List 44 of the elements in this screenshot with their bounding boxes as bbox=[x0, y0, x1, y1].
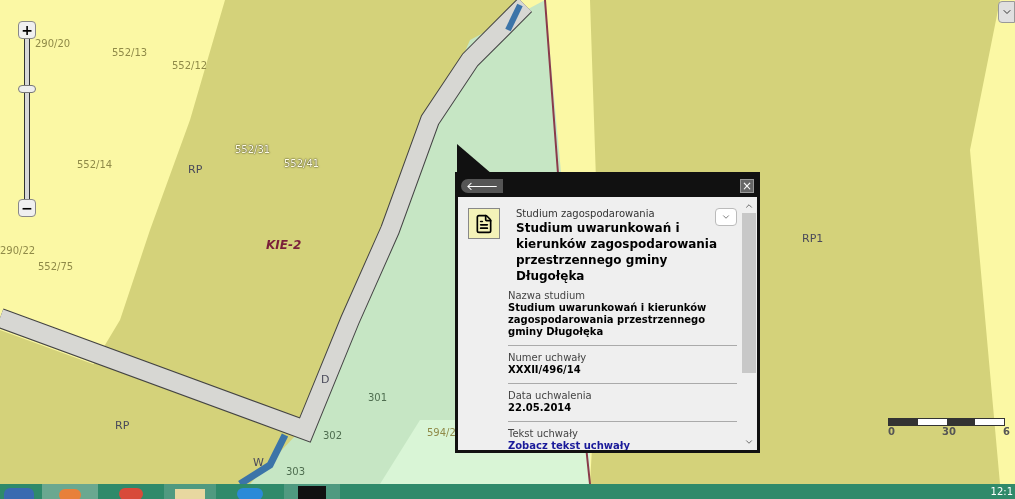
popup-category: Studium zagospodarowania bbox=[516, 208, 655, 220]
map-label: 552/31 bbox=[235, 143, 271, 157]
map-label: 552/12 bbox=[172, 59, 208, 73]
map-label: D bbox=[321, 372, 330, 388]
map-label: 302 bbox=[323, 429, 343, 443]
map-label: 301 bbox=[368, 391, 388, 405]
expand-button[interactable] bbox=[715, 208, 737, 226]
map-label: 303 bbox=[286, 465, 306, 479]
map-label: 552/75 bbox=[38, 260, 74, 274]
map-label: W bbox=[253, 455, 264, 471]
scroll-up-icon[interactable] bbox=[744, 201, 754, 211]
layers-toggle-button[interactable] bbox=[998, 1, 1015, 23]
taskbar-clock: 12:1 bbox=[990, 485, 1014, 499]
back-button[interactable]: 🡐 bbox=[461, 179, 503, 193]
map-label: 552/13 bbox=[112, 46, 148, 60]
scale-label: 30 bbox=[942, 427, 956, 437]
map-label: 290/20 bbox=[35, 37, 71, 51]
field-value: 22.05.2014 bbox=[508, 402, 573, 414]
scroll-down-icon[interactable] bbox=[744, 437, 754, 447]
taskbar-app-icon[interactable] bbox=[284, 484, 340, 499]
map-label: 552/14 bbox=[77, 158, 113, 172]
zoom-slider-thumb[interactable] bbox=[18, 84, 36, 93]
zoom-slider[interactable] bbox=[18, 39, 36, 199]
map-label: RP bbox=[188, 162, 203, 178]
zoom-in-button[interactable]: + bbox=[18, 21, 36, 39]
scale-label: 6 bbox=[1003, 427, 1010, 437]
map-label: RP1 bbox=[802, 231, 824, 247]
popup-title: Studium uwarunkowań i kierunków zagospodarowania przestrzennego gminy Długołęka bbox=[516, 220, 719, 284]
map-label: RP bbox=[115, 418, 130, 434]
field-label: Data uchwalenia bbox=[508, 390, 593, 402]
field-value: XXXII/496/14 bbox=[508, 364, 582, 376]
field-label: Numer uchwały bbox=[508, 352, 588, 364]
scale-label: 0 bbox=[888, 427, 895, 437]
map-label: 290/22 bbox=[0, 244, 36, 258]
field-label: Nazwa studium bbox=[508, 290, 587, 302]
caret-icon bbox=[721, 212, 731, 222]
close-button[interactable]: × bbox=[740, 179, 754, 193]
field-value: Studium uwarunkowań i kierunków zagospodarowania przestrzennego gminy Długołęka bbox=[508, 302, 708, 338]
zoom-out-button[interactable]: − bbox=[18, 199, 36, 217]
map-label: KIE-2 bbox=[266, 237, 302, 254]
document-icon bbox=[468, 208, 500, 239]
field-label: Tekst uchwały bbox=[508, 428, 579, 440]
map-label: 552/41 bbox=[284, 157, 320, 171]
map-label: 594/2 bbox=[427, 426, 456, 440]
